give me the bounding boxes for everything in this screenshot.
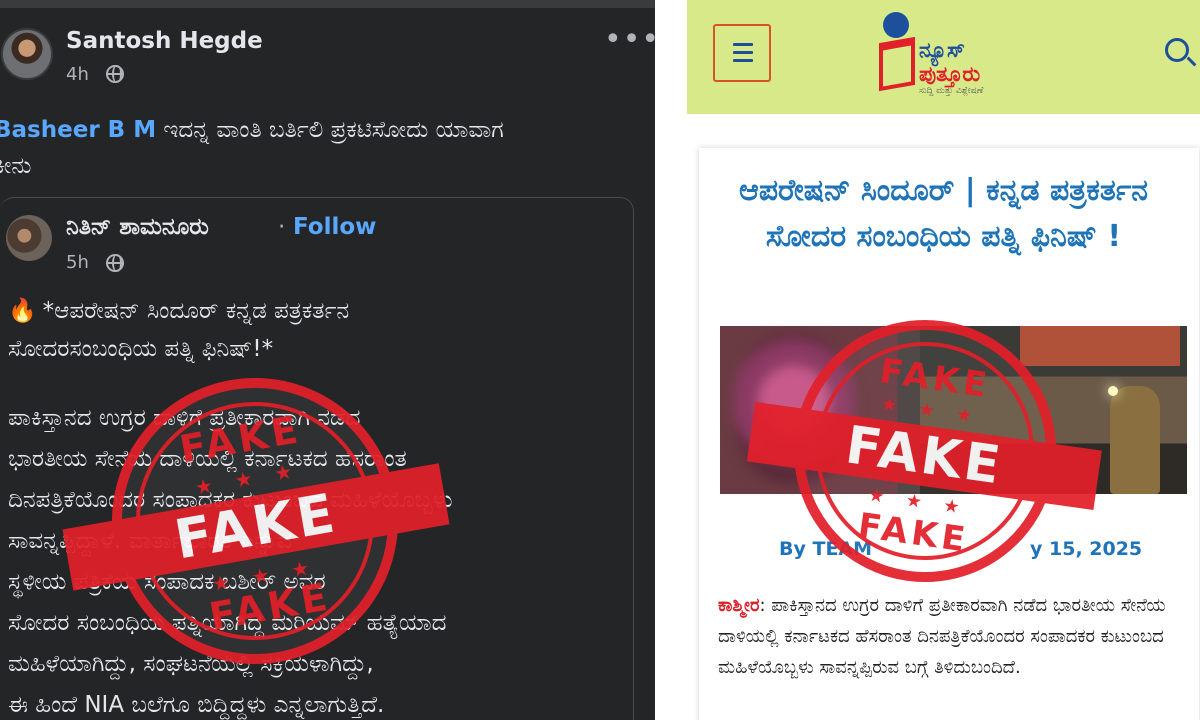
byline-date: y 15, 2025 bbox=[1030, 538, 1143, 560]
follow-button[interactable]: Follow bbox=[293, 214, 376, 240]
article-headline[interactable]: ಆಪರೇಷನ್ ಸಿಂದೂರ್ | ಕನ್ನಡ ಪತ್ರಕರ್ತನ ಸೋದರ ಸ… bbox=[687, 168, 1200, 260]
site-header: ನ್ಯೂಸ್ ಪುತ್ತೂರು ಸುದ್ದಿ ಮತ್ತು ವಿಶ್ಲೇಷಣೆ bbox=[687, 0, 1200, 114]
body-line: ಮಹಿಳೆಯಾಗಿದ್ದು, ಸಂಘಟನೆಯಲ್ಲಿ ಸಕ್ರಿಯಳಾಗಿದ್ದ… bbox=[8, 651, 374, 677]
shared-post-title: 🔥 *ಆಪರೇಷನ್ ಸಿಂದೂರ್ ಕನ್ನಡ ಪತ್ರಕರ್ತನ ಸೋದರಸಂ… bbox=[8, 292, 628, 368]
shared-author-avatar[interactable] bbox=[6, 215, 52, 261]
post-text-line1: ಇದನ್ನ ವಾಂತಿ ಬರ್ತಿಲಿ ಪ್ರಕಟಿಸೋದು ಯಾವಾಗ bbox=[163, 117, 504, 143]
mention-link[interactable]: Basheer B M bbox=[0, 117, 156, 143]
search-icon[interactable] bbox=[1165, 38, 1189, 62]
scene-soldier bbox=[1110, 386, 1160, 494]
article-text: : ಪಾಕಿಸ್ತಾನದ ಉಗ್ರರ ದಾಳಿಗೆ ಪ್ರತೀಕಾರವಾಗಿ ನ… bbox=[718, 595, 1166, 678]
globe-icon bbox=[106, 254, 124, 272]
globe-icon bbox=[106, 65, 124, 83]
logo-text: ನ್ಯೂಸ್ bbox=[919, 38, 965, 62]
separator-dot: · bbox=[278, 214, 286, 240]
logo-tagline: ಸುದ್ದಿ ಮತ್ತು ವಿಶ್ಲೇಷಣೆ bbox=[919, 86, 984, 96]
post-time[interactable]: 4h bbox=[66, 64, 89, 85]
logo-dot bbox=[883, 12, 909, 38]
logo-text: ಪುತ್ತೂರು bbox=[919, 62, 981, 86]
shared-post-time[interactable]: 5h bbox=[66, 252, 89, 273]
post-text-line2: ಕೀನು bbox=[0, 153, 32, 179]
post-text: Basheer B M ಇದನ್ನ ವಾಂತಿ ಬರ್ತಿಲಿ ಪ್ರಕಟಿಸೋ… bbox=[0, 112, 634, 184]
title-line2: ಸೋದರಸಂಬಂಧಿಯ ಪತ್ನಿ ಫಿನಿಷ್!* bbox=[8, 336, 274, 362]
hamburger-icon bbox=[733, 43, 753, 63]
shared-author-name[interactable]: ನಿತಿನ್ ಶಾಮನೂರು bbox=[66, 214, 209, 240]
title-line1: *ಆಪರೇಷನ್ ಸಿಂದೂರ್ ಕನ್ನಡ ಪತ್ರಕರ್ತನ bbox=[42, 298, 350, 324]
author-avatar[interactable] bbox=[1, 28, 53, 80]
author-name[interactable]: Santosh Hegde bbox=[66, 28, 263, 54]
more-options-icon[interactable]: ••• bbox=[604, 22, 655, 57]
menu-button[interactable] bbox=[713, 24, 771, 82]
body-line: ಈ ಹಿಂದೆ NIA ಬಲೆಗೂ ಬಿದ್ದಿದ್ದಳು ಎನ್ನಲಾಗುತ್… bbox=[8, 692, 385, 718]
article-dateline: ಕಾಶ್ಮೀರ bbox=[718, 595, 760, 616]
top-divider bbox=[0, 0, 655, 8]
logo-book-icon bbox=[879, 36, 915, 92]
site-logo[interactable]: ನ್ಯೂಸ್ ಪುತ್ತೂರು ಸುದ್ದಿ ಮತ್ತು ವಿಶ್ಲೇಷಣೆ bbox=[879, 12, 1009, 96]
scene-roof bbox=[1020, 326, 1180, 366]
article-body: ಕಾಶ್ಮೀರ: ಪಾಕಿಸ್ತಾನದ ಉಗ್ರರ ದಾಳಿಗೆ ಪ್ರತೀಕಾ… bbox=[718, 590, 1188, 683]
fire-icon: 🔥 bbox=[8, 298, 37, 324]
scene-light bbox=[1108, 386, 1118, 396]
